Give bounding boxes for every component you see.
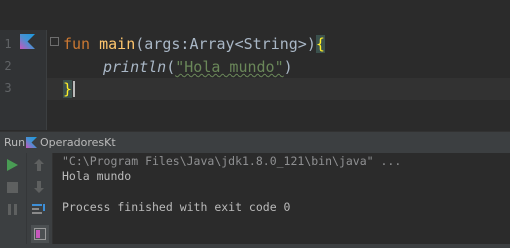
code-line-1: fun main(args:Array<String>){ (63, 33, 325, 55)
console-exit-line: Process finished with exit code 0 (62, 200, 291, 214)
status-bar (0, 244, 510, 248)
function-name: main (99, 35, 136, 53)
run-config-tab[interactable]: OperadoresKt (40, 136, 116, 149)
stop-button[interactable] (4, 179, 20, 195)
rerun-button[interactable] (4, 157, 20, 173)
run-icon (7, 159, 18, 171)
kotlin-run-gutter-icon[interactable] (20, 34, 35, 49)
call-name: println (103, 58, 167, 76)
toolbar-divider (26, 153, 27, 248)
line-number: 3 (4, 81, 12, 95)
stop-icon (6, 181, 18, 193)
current-line-highlight (47, 78, 510, 100)
paren: ) (283, 58, 293, 76)
paren: ) (306, 35, 316, 53)
code-line-3: } (63, 78, 76, 100)
editor-tab-strip (0, 0, 510, 30)
soft-wrap-icon (32, 204, 45, 214)
close-brace: } (63, 80, 73, 98)
run-panel-title: Run (4, 136, 26, 149)
layout-icon (34, 228, 46, 240)
console-output-line: Hola mundo (62, 169, 132, 183)
scroll-up-button[interactable] (31, 157, 47, 173)
pause-button[interactable] (4, 201, 20, 217)
scroll-down-icon (34, 181, 44, 193)
run-panel-header: Run OperadoresKt (0, 131, 510, 154)
line-number: 1 (4, 37, 12, 51)
string-literal: "Hola mundo" (175, 58, 284, 76)
text-caret (73, 81, 76, 97)
layout-button[interactable] (31, 225, 49, 243)
open-brace: { (315, 35, 325, 53)
kotlin-file-icon (26, 137, 37, 148)
line-number: 2 (4, 59, 12, 73)
code-editor[interactable]: fun main(args:Array<String>){ println("H… (47, 30, 510, 130)
run-toolbar (0, 153, 53, 248)
soft-wrap-button[interactable] (31, 201, 47, 217)
keyword: fun (63, 35, 91, 53)
scroll-down-button[interactable] (31, 179, 47, 195)
scroll-up-icon (34, 159, 44, 171)
param-type: Array<String> (189, 35, 307, 53)
pause-icon (7, 203, 17, 215)
console-output[interactable]: "C:\Program Files\Java\jdk1.8.0_121\bin\… (53, 153, 510, 248)
paren: ( (135, 35, 145, 53)
console-command-line: "C:\Program Files\Java\jdk1.8.0_121\bin\… (62, 154, 402, 168)
code-line-2: println("Hola mundo") (103, 56, 293, 78)
param-name: args (144, 35, 181, 53)
paren: ( (166, 58, 176, 76)
